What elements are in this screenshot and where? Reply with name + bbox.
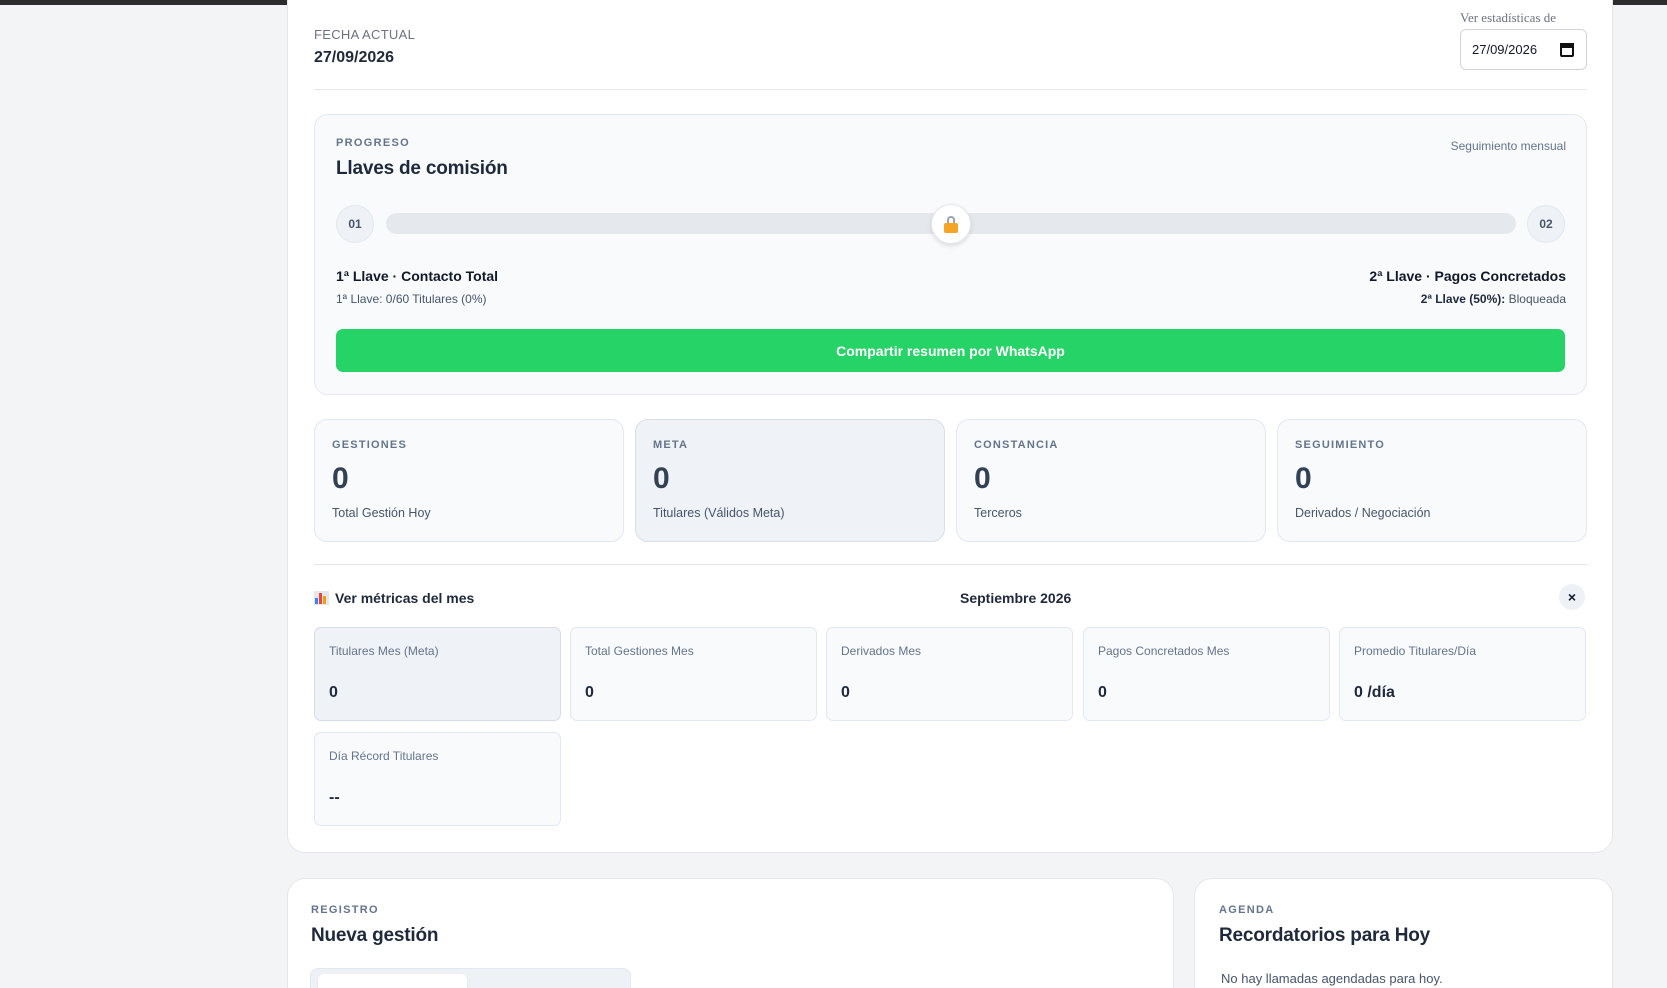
metric-card: Día Récord Titulares -- (314, 732, 561, 826)
monthly-tracking-label: Seguimiento mensual (1450, 139, 1566, 153)
key2-detail-strong: 2ª Llave (50%): (1420, 292, 1506, 306)
metrics-month: Septiembre 2026 (960, 590, 1072, 606)
kpi-label: Titulares (Válidos Meta) (653, 506, 785, 520)
metric-label: Titulares Mes (Meta) (329, 644, 439, 658)
kpi-label: Total Gestión Hoy (332, 506, 431, 520)
registro-active-tab[interactable] (318, 974, 467, 988)
progress-eyebrow: PROGRESO (336, 137, 410, 149)
metric-card: Derivados Mes 0 (826, 627, 1073, 721)
kpi-eyebrow: CONSTANCIA (974, 439, 1059, 451)
metric-value: 0 (585, 684, 594, 701)
monthly-metrics-toggle[interactable]: Ver métricas del mes (314, 590, 474, 606)
key1-detail: 1ª Llave: 0/60 Titulares (0%) (336, 292, 487, 306)
kpi-card-meta[interactable]: META 0 Titulares (Válidos Meta) (635, 419, 945, 542)
bar-chart-icon (314, 591, 329, 605)
metric-value: 0 (1098, 684, 1107, 701)
kpi-card-gestiones[interactable]: GESTIONES 0 Total Gestión Hoy (314, 419, 624, 542)
commission-keys-title: Llaves de comisión (336, 158, 508, 179)
key2-detail: 2ª Llave (50%): Bloqueada (1421, 292, 1566, 306)
kpi-card-seguimiento[interactable]: SEGUIMIENTO 0 Derivados / Negociación (1277, 419, 1587, 542)
agenda-empty-message: No hay llamadas agendadas para hoy. (1221, 971, 1443, 986)
metric-label: Derivados Mes (841, 644, 922, 658)
kpi-label: Derivados / Negociación (1295, 506, 1431, 520)
stats-date-label: Ver estadísticas de (1460, 10, 1557, 25)
metric-value: 0 (329, 684, 338, 701)
key2-title: 2ª Llave · Pagos Concretados (1369, 268, 1566, 284)
divider (314, 89, 1587, 90)
agenda-title: Recordatorios para Hoy (1219, 925, 1430, 946)
registro-title: Nueva gestión (311, 925, 439, 946)
metric-card: Total Gestiones Mes 0 (570, 627, 817, 721)
kpi-card-constancia[interactable]: CONSTANCIA 0 Terceros (956, 419, 1266, 542)
kpi-value: 0 (974, 462, 991, 495)
monthly-metrics-title: Ver métricas del mes (335, 590, 475, 606)
kpi-eyebrow: SEGUIMIENTO (1295, 439, 1386, 451)
kpi-eyebrow: META (653, 439, 689, 451)
kpi-value: 0 (332, 462, 349, 495)
agenda-eyebrow: AGENDA (1219, 904, 1275, 916)
registro-eyebrow: REGISTRO (311, 904, 379, 916)
metric-card: Promedio Titulares/Día 0 /día (1339, 627, 1586, 721)
calendar-icon[interactable] (1560, 43, 1574, 57)
key1-title: 1ª Llave · Contacto Total (336, 268, 499, 284)
key2-status: Bloqueada (1508, 292, 1566, 306)
metric-label: Pagos Concretados Mes (1098, 644, 1230, 658)
step-02-badge: 02 (1527, 205, 1565, 243)
metric-card: Pagos Concretados Mes 0 (1083, 627, 1330, 721)
stats-date-input[interactable]: 27/09/2026 (1460, 29, 1587, 70)
progress-lock-marker (931, 204, 971, 244)
kpi-label: Terceros (974, 506, 1022, 520)
stats-date-value: 27/09/2026 (1472, 42, 1538, 57)
current-date-value: 27/09/2026 (314, 49, 395, 66)
metric-label: Total Gestiones Mes (585, 644, 694, 658)
metric-card: Titulares Mes (Meta) 0 (314, 627, 561, 721)
metric-value: -- (329, 789, 340, 806)
metric-label: Promedio Titulares/Día (1354, 644, 1477, 658)
kpi-value: 0 (1295, 462, 1312, 495)
metric-label: Día Récord Titulares (329, 749, 439, 763)
step-01-badge: 01 (336, 205, 374, 243)
kpi-value: 0 (653, 462, 670, 495)
metric-value: 0 /día (1354, 684, 1395, 701)
kpi-eyebrow: GESTIONES (332, 439, 407, 451)
current-date-label: FECHA ACTUAL (314, 27, 416, 42)
close-metrics-button[interactable]: × (1559, 584, 1585, 610)
share-whatsapp-button[interactable]: Compartir resumen por WhatsApp (336, 329, 1565, 372)
lock-icon (943, 215, 959, 233)
divider (314, 564, 1587, 565)
metric-value: 0 (841, 684, 850, 701)
